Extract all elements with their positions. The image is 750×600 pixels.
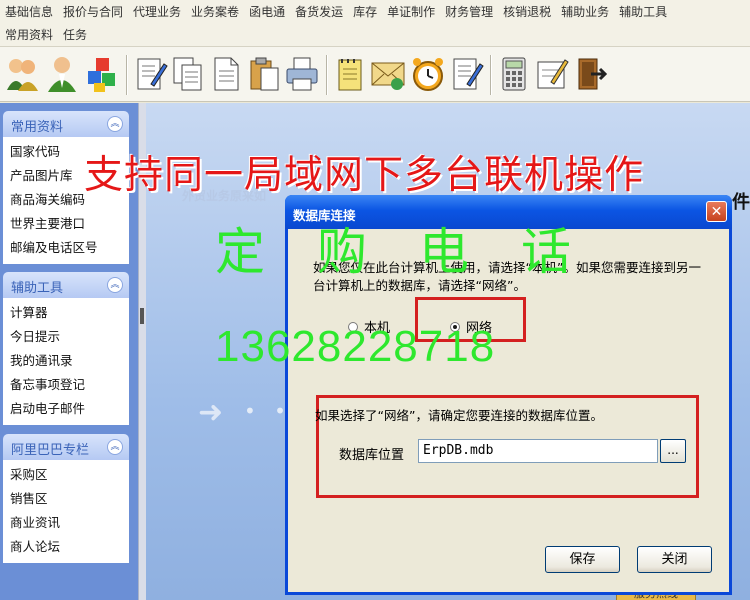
menu-item[interactable]: 报价与合同 bbox=[58, 1, 128, 23]
sidebar-item[interactable]: 世界主要港口 bbox=[3, 212, 129, 236]
clipboard-icon[interactable] bbox=[244, 52, 284, 96]
sidebar-item[interactable]: 今日提示 bbox=[3, 325, 129, 349]
print-icon[interactable] bbox=[282, 52, 322, 96]
menu-item[interactable]: 任务 bbox=[58, 24, 92, 46]
panel-header[interactable]: 常用资料 ︽ bbox=[3, 111, 129, 137]
toolbar-separator bbox=[326, 55, 328, 95]
panel-title: 阿里巴巴专栏 bbox=[11, 443, 90, 458]
panel-header[interactable]: 阿里巴巴专栏 ︽ bbox=[3, 434, 129, 460]
sidebar-item[interactable]: 计算器 bbox=[3, 301, 129, 325]
menu-item[interactable]: 业务案卷 bbox=[186, 1, 244, 23]
notepad-icon[interactable] bbox=[330, 52, 370, 96]
exit-icon[interactable] bbox=[570, 52, 610, 96]
users-icon[interactable] bbox=[2, 52, 42, 96]
mail-icon[interactable] bbox=[368, 52, 408, 96]
sidebar-item[interactable]: 商人论坛 bbox=[3, 535, 129, 559]
edit-icon[interactable] bbox=[130, 52, 170, 96]
promo-order-label: 定购电话 bbox=[215, 223, 623, 281]
calculator-icon[interactable] bbox=[494, 52, 534, 96]
shapes-icon[interactable] bbox=[82, 52, 122, 96]
save-button[interactable]: 保存 bbox=[545, 546, 620, 573]
panel-title: 辅助工具 bbox=[11, 281, 64, 296]
document-icon[interactable] bbox=[206, 52, 246, 96]
toolbar-separator bbox=[126, 55, 128, 95]
collapse-icon[interactable]: ︽ bbox=[107, 277, 123, 293]
alarm-clock-icon[interactable] bbox=[408, 52, 448, 96]
sidebar-panel-alibaba: 阿里巴巴专栏 ︽ 采购区 销售区 商业资讯 商人论坛 bbox=[3, 434, 129, 563]
menu-bar: 基础信息 报价与合同 代理业务 业务案卷 函电通 备货发运 库存 单证制作 财务管理 核销退税 辅助… bbox=[0, 0, 750, 46]
sidebar-item[interactable]: 商业资讯 bbox=[3, 511, 129, 535]
menu-item[interactable]: 辅助工具 bbox=[614, 1, 672, 23]
arrow-right-icon: ➜ bbox=[198, 395, 224, 430]
menu-row-primary: 基础信息 报价与合同 代理业务 业务案卷 函电通 备货发运 库存 单证制作 财务管理 核销退税 辅助… bbox=[0, 1, 672, 23]
sidebar-item[interactable]: 启动电子邮件 bbox=[3, 397, 129, 421]
menu-item[interactable]: 函电通 bbox=[244, 1, 290, 23]
promo-headline: 支持同一局域网下多台联机操作 bbox=[84, 153, 645, 198]
menu-item[interactable]: 单证制作 bbox=[382, 1, 440, 23]
menu-item[interactable]: 辅助业务 bbox=[556, 1, 614, 23]
menu-item[interactable]: 代理业务 bbox=[128, 1, 186, 23]
database-location-input[interactable]: ErpDB.mdb bbox=[418, 439, 658, 463]
sidebar-item[interactable]: 我的通讯录 bbox=[3, 349, 129, 373]
toolbar bbox=[0, 46, 750, 102]
background-title-fragment: 件 bbox=[732, 192, 750, 213]
panel-header[interactable]: 辅助工具 ︽ bbox=[3, 272, 129, 298]
user-icon[interactable] bbox=[42, 52, 82, 96]
promo-phone-number: 13628228718 bbox=[215, 322, 496, 371]
close-button[interactable]: 关闭 bbox=[637, 546, 712, 573]
database-description: 如果选择了“网络”，请确定您要连接的数据库位置。 bbox=[315, 408, 603, 423]
menu-item[interactable]: 备货发运 bbox=[290, 1, 348, 23]
collapse-icon[interactable]: ︽ bbox=[107, 116, 123, 132]
browse-button[interactable]: ... bbox=[660, 439, 686, 463]
menu-item[interactable]: 财务管理 bbox=[440, 1, 498, 23]
splitter-handle[interactable] bbox=[140, 308, 144, 324]
database-location-label: 数据库位置 bbox=[339, 448, 405, 463]
menu-item[interactable]: 常用资料 bbox=[0, 24, 58, 46]
collapse-icon[interactable]: ︽ bbox=[107, 439, 123, 455]
sidebar-item[interactable]: 采购区 bbox=[3, 463, 129, 487]
copy-icon[interactable] bbox=[168, 52, 208, 96]
panel-title: 常用资料 bbox=[11, 120, 64, 135]
sidebar-item[interactable]: 备忘事项登记 bbox=[3, 373, 129, 397]
toolbar-separator bbox=[490, 55, 492, 95]
edit-icon[interactable] bbox=[446, 52, 486, 96]
sidebar-item[interactable]: 销售区 bbox=[3, 487, 129, 511]
menu-row-secondary: 常用资料 任务 bbox=[0, 24, 92, 46]
menu-item[interactable]: 基础信息 bbox=[0, 1, 58, 23]
menu-item[interactable]: 核销退税 bbox=[498, 1, 556, 23]
sidebar-item[interactable]: 邮编及电话区号 bbox=[3, 236, 129, 260]
form-icon[interactable] bbox=[532, 52, 572, 96]
sidebar-panel-tools: 辅助工具 ︽ 计算器 今日提示 我的通讯录 备忘事项登记 启动电子邮件 bbox=[3, 272, 129, 425]
close-icon[interactable]: ✕ bbox=[706, 201, 727, 222]
menu-item[interactable]: 库存 bbox=[348, 1, 382, 23]
